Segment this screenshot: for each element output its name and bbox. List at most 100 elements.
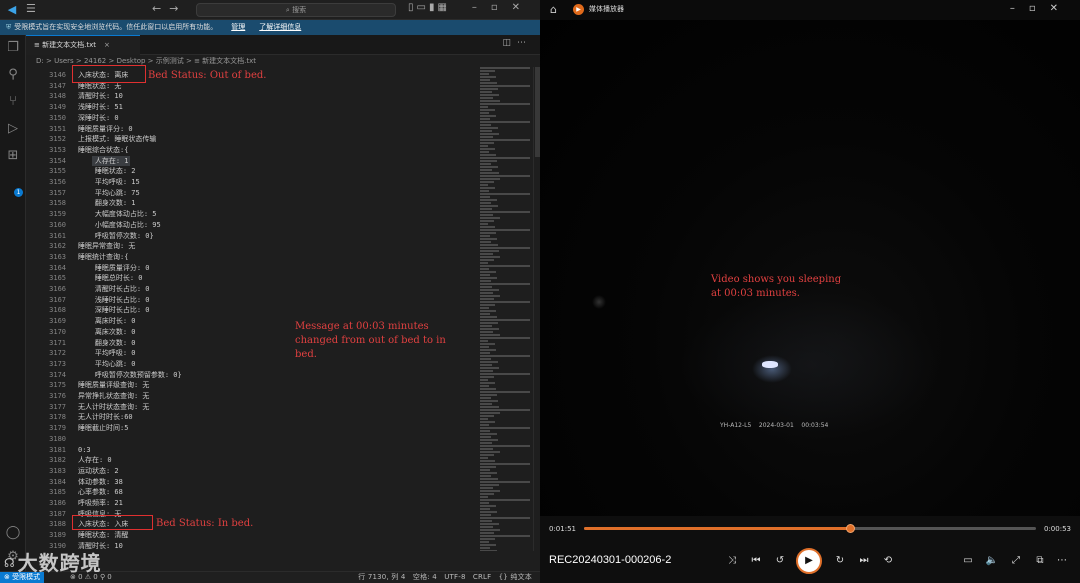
indentation[interactable]: 空格: 4 [413,573,437,581]
split-editor-icon[interactable]: ◫ [502,38,517,48]
forward-30-icon[interactable]: ↻ [832,553,848,569]
code-line[interactable]: 3177 无人计时状态查询: 无 [26,402,480,413]
extensions-icon[interactable]: ⊞ [5,148,21,164]
code-line[interactable]: 3160 小幅度体动占比: 95 [26,220,480,231]
editor-scrollbar[interactable] [533,67,540,551]
minimap-line [480,139,530,141]
code-line[interactable]: 3161 呼吸暂停次数: 0} [26,231,480,242]
code-line[interactable]: 3157 平均心跳: 75 [26,188,480,199]
line-text: 平均心跳: 75 [78,188,140,197]
code-line[interactable]: 3180 [26,434,480,445]
account-icon[interactable]: ◯ [5,525,21,541]
fullscreen-icon[interactable]: ⤢ [1008,553,1024,569]
code-line[interactable]: 3162 睡眠异常查询: 无 [26,241,480,252]
code-line[interactable]: 3163 睡眠统计查询:{ [26,252,480,263]
search-icon[interactable]: ⚲ [5,67,21,83]
code-line[interactable]: 3158 翻身次数: 1 [26,198,480,209]
menu-icon[interactable]: ☰ [26,2,36,15]
minimap-line [480,280,491,282]
player-window-controls[interactable]: –▫✕ [1010,3,1072,14]
maximize-icon[interactable]: ▫ [1029,3,1050,14]
code-line[interactable]: 3178 无人计时时长:60 [26,412,480,423]
maximize-icon[interactable]: ▫ [491,2,512,13]
code-line[interactable]: 3181 0:3 [26,445,480,456]
close-icon[interactable]: ✕ [1050,3,1072,14]
language-mode[interactable]: {} 纯文本 [499,573,532,581]
back-icon[interactable]: ← [152,2,169,15]
code-line[interactable]: 3151 睡眠质量评分: 0 [26,124,480,135]
minimap-line [480,361,498,363]
code-line[interactable]: 3175 睡眠质量评级查询: 无 [26,380,480,391]
code-line[interactable]: 3176 异常挣扎状态查询: 无 [26,391,480,402]
code-line[interactable]: 3168 深睡时长占比: 0 [26,305,480,316]
seek-bar-thumb[interactable] [846,524,856,533]
repeat-off-icon[interactable]: ⟲ [880,553,896,569]
code-line[interactable]: 3153 睡眠综合状态:{ [26,145,480,156]
play-button[interactable]: ▶ [796,548,822,574]
more-icon[interactable]: ⋯ [1054,553,1070,569]
learn-more-link[interactable]: 了解详细信息 [259,23,301,31]
minimap-line [480,112,489,114]
forward-icon[interactable]: → [169,2,186,15]
code-line[interactable]: 3184 体动参数: 38 [26,477,480,488]
minimize-icon[interactable]: – [472,2,491,13]
code-line[interactable]: 3174 呼吸暂停次数预留参数: 0} [26,370,480,381]
cursor-position[interactable]: 行 7130, 列 4 [358,573,405,581]
minimap-line [480,349,496,351]
code-line[interactable]: 3167 浅睡时长占比: 0 [26,295,480,306]
line-text: 翻身次数: 0 [78,338,136,347]
code-line[interactable]: 3150 深睡时长: 0 [26,113,480,124]
minimap-line [480,415,494,417]
code-line[interactable]: 3166 清醒时长占比: 0 [26,284,480,295]
rewind-10-icon[interactable]: ↺ [772,553,788,569]
encoding[interactable]: UTF-8 [444,573,465,581]
captions-icon[interactable]: ▭ [960,553,976,569]
code-editor[interactable]: 3146 入床状态: 离床 3147 睡眠状态: 无 3148 清醒时长: 10 3149 浅… [26,67,480,551]
code-line[interactable]: 3155 睡眠状态: 2 [26,166,480,177]
editor-actions[interactable]: ◫⋯ [502,38,532,48]
code-line[interactable]: 3148 清醒时长: 10 [26,91,480,102]
code-line[interactable]: 3156 平均呼吸: 15 [26,177,480,188]
manage-link[interactable]: 管理 [231,23,245,31]
code-line[interactable]: 3183 运动状态: 2 [26,466,480,477]
tab-close-icon[interactable]: × [104,41,110,49]
line-ending[interactable]: CRLF [473,573,491,581]
minimap[interactable] [480,67,532,551]
window-controls[interactable]: –▫✕ [472,2,534,13]
more-actions-icon[interactable]: ⋯ [517,38,532,48]
run-debug-icon[interactable]: ▷ [5,121,21,137]
minimize-icon[interactable]: – [1010,3,1029,14]
code-line[interactable]: 3179 睡眠截止时间:5 [26,423,480,434]
explorer-icon[interactable]: ❐ [5,40,21,56]
previous-icon[interactable]: ⏮ [748,553,764,569]
shuffle-icon[interactable]: ⤨ [724,553,740,569]
next-icon[interactable]: ⏭ [856,553,872,569]
code-line[interactable]: 3189 睡眠状态: 清醒 [26,530,480,541]
seek-bar[interactable] [584,524,1036,533]
code-line[interactable]: 3186 呼吸频率: 21 [26,498,480,509]
code-line[interactable]: 3164 睡眠质量评分: 0 [26,263,480,274]
line-text: 小幅度体动占比: 95 [78,220,161,229]
code-line[interactable]: 3154 人存在: 1 [26,156,480,167]
code-line[interactable]: 3185 心率参数: 68 [26,487,480,498]
volume-icon[interactable]: 🔈 [984,553,1000,569]
code-line[interactable]: 3159 大幅度体动占比: 5 [26,209,480,220]
layout-icons[interactable]: ▯▭▮▦ [408,2,450,13]
code-line[interactable]: 3152 上报模式: 睡眠状态传输 [26,134,480,145]
nav-arrows[interactable]: ←→ [152,2,186,15]
code-line[interactable]: 3182 人存在: 0 [26,455,480,466]
mini-player-icon[interactable]: ⧉ [1032,553,1048,569]
code-line[interactable]: 3165 睡眠总时长: 0 [26,273,480,284]
source-control-icon[interactable]: ⑂ [5,94,21,110]
minimap-line [480,373,530,375]
code-line[interactable]: 3149 浅睡时长: 51 [26,102,480,113]
minimap-line [480,493,494,495]
minimap-line [480,199,497,201]
minimap-line [480,382,495,384]
video-frame[interactable]: YH-A12-L5 2024-03-01 00:03:54 Video show… [540,20,1080,516]
close-icon[interactable]: ✕ [512,2,534,13]
minimap-line [480,466,496,468]
home-icon[interactable]: ⌂ [550,3,557,16]
command-search[interactable]: ⌕ 搜索 [196,3,396,17]
tab-new-text-document[interactable]: ≡ 新建文本文档.txt × [26,35,140,55]
